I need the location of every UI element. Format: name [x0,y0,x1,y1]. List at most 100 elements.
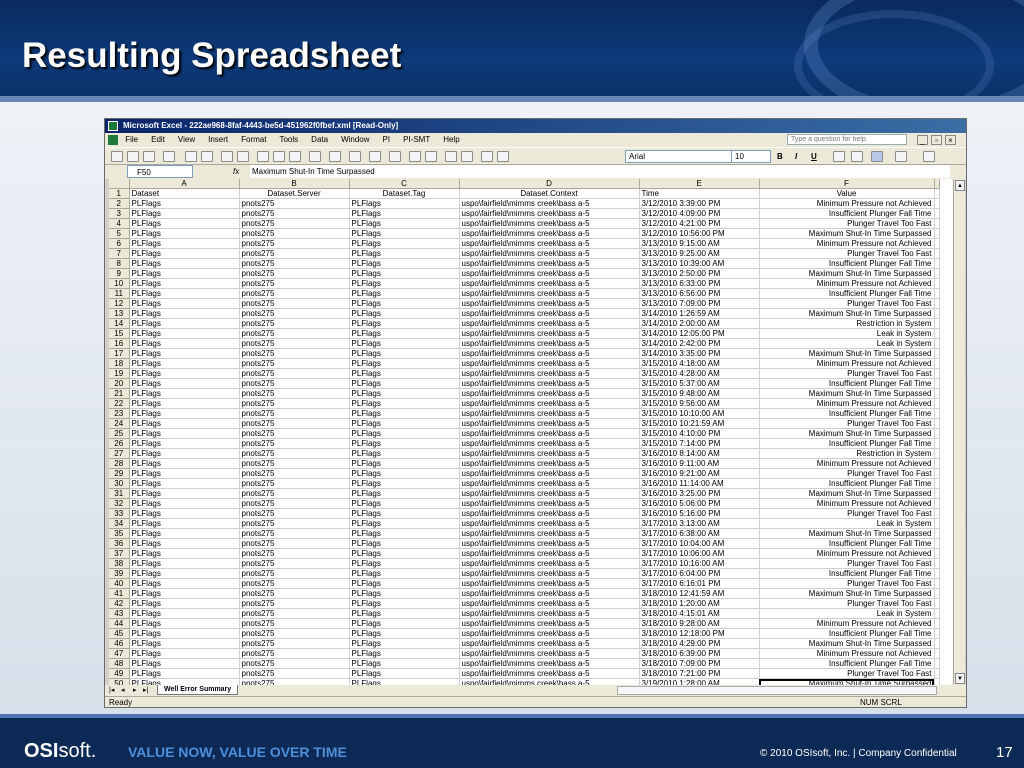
workbook-icon[interactable] [108,135,118,145]
dataset-cell[interactable]: PLFlags [129,388,240,400]
context-cell[interactable]: uspo\fairfield\mimms creek\bass a-5 [459,248,640,260]
menu-pi-smt[interactable]: PI-SMT [403,133,430,147]
time-cell[interactable]: 3/17/2010 6:38:00 AM [639,528,760,540]
time-cell[interactable]: 3/13/2010 6:33:00 PM [639,278,760,290]
server-cell[interactable]: pnots275 [239,498,350,510]
context-cell[interactable]: uspo\fairfield\mimms creek\bass a-5 [459,518,640,530]
empty-cell[interactable] [934,338,940,350]
tag-cell[interactable]: PLFlags [349,428,460,440]
server-cell[interactable]: pnots275 [239,488,350,500]
row-header[interactable]: 23 [109,408,130,420]
server-cell[interactable]: pnots275 [239,508,350,520]
row-header[interactable]: 3 [109,208,130,220]
value-cell[interactable]: Maximum Shut-In Time Surpassed [759,588,935,600]
time-cell[interactable]: 3/12/2010 4:09:00 PM [639,208,760,220]
align-center-icon[interactable] [851,151,863,162]
value-cell[interactable]: Maximum Shut-In Time Surpassed [759,638,935,650]
server-cell[interactable]: pnots275 [239,588,350,600]
tag-cell[interactable]: PLFlags [349,638,460,650]
context-cell[interactable]: uspo\fairfield\mimms creek\bass a-5 [459,628,640,640]
value-cell[interactable]: Minimum Pressure not Achieved [759,198,935,210]
value-cell[interactable]: Minimum Pressure not Achieved [759,458,935,470]
value-cell[interactable]: Minimum Pressure not Achieved [759,648,935,660]
empty-cell[interactable] [934,598,940,610]
tag-cell[interactable]: PLFlags [349,648,460,660]
server-cell[interactable]: pnots275 [239,458,350,470]
time-cell[interactable]: 3/12/2010 4:21:00 PM [639,218,760,230]
empty-cell[interactable] [934,488,940,500]
value-cell[interactable]: Minimum Pressure not Achieved [759,548,935,560]
empty-cell[interactable] [934,478,940,490]
time-cell[interactable]: 3/13/2010 7:09:00 PM [639,298,760,310]
tag-cell[interactable]: PLFlags [349,258,460,270]
dataset-cell[interactable]: PLFlags [129,468,240,480]
value-cell[interactable]: Plunger Travel Too Fast [759,578,935,590]
time-cell[interactable]: 3/18/2010 4:29:00 PM [639,638,760,650]
zoom-icon[interactable] [481,151,493,162]
last-sheet-icon[interactable]: ▸| [143,686,148,696]
value-cell[interactable]: Maximum Shut-In Time Surpassed [759,428,935,440]
value-cell[interactable]: Maximum Shut-In Time Surpassed [759,268,935,280]
server-cell[interactable]: pnots275 [239,228,350,240]
tag-cell[interactable]: PLFlags [349,248,460,260]
empty-cell[interactable] [934,438,940,450]
row-header[interactable]: 34 [109,518,130,530]
value-cell[interactable]: Maximum Shut-In Time Surpassed [759,388,935,400]
time-cell[interactable]: 3/18/2010 1:20:00 AM [639,598,760,610]
server-cell[interactable]: pnots275 [239,468,350,480]
empty-cell[interactable] [934,428,940,440]
server-cell[interactable]: pnots275 [239,568,350,580]
empty-cell[interactable] [934,558,940,570]
server-cell[interactable]: pnots275 [239,638,350,650]
empty-cell[interactable] [934,658,940,670]
value-cell[interactable]: Minimum Pressure not Achieved [759,398,935,410]
dataset-cell[interactable]: PLFlags [129,608,240,620]
empty-cell[interactable] [934,218,940,230]
empty-cell[interactable] [934,468,940,480]
first-sheet-icon[interactable]: |◂ [109,686,114,696]
column-header-c[interactable]: C [349,179,460,190]
dataset-cell[interactable]: PLFlags [129,518,240,530]
server-cell[interactable]: pnots275 [239,268,350,280]
context-cell[interactable]: uspo\fairfield\mimms creek\bass a-5 [459,438,640,450]
header-cell[interactable]: Time [639,188,760,200]
row-header[interactable]: 25 [109,428,130,440]
tag-cell[interactable]: PLFlags [349,618,460,630]
row-header[interactable]: 21 [109,388,130,400]
next-sheet-icon[interactable]: ▸ [133,686,137,696]
scroll-down-icon[interactable]: ▼ [955,673,965,684]
context-cell[interactable]: uspo\fairfield\mimms creek\bass a-5 [459,378,640,390]
dataset-cell[interactable]: PLFlags [129,458,240,470]
dataset-cell[interactable]: PLFlags [129,548,240,560]
tag-cell[interactable]: PLFlags [349,588,460,600]
time-cell[interactable]: 3/12/2010 3:39:00 PM [639,198,760,210]
context-cell[interactable]: uspo\fairfield\mimms creek\bass a-5 [459,408,640,420]
server-cell[interactable]: pnots275 [239,628,350,640]
row-header[interactable]: 42 [109,598,130,610]
value-cell[interactable]: Plunger Travel Too Fast [759,298,935,310]
empty-cell[interactable] [934,608,940,620]
underline-button[interactable]: U [811,150,817,163]
dataset-cell[interactable]: PLFlags [129,568,240,580]
time-cell[interactable]: 3/16/2010 5:16:00 PM [639,508,760,520]
row-header[interactable]: 39 [109,568,130,580]
value-cell[interactable]: Insufficient Plunger Fall Time [759,658,935,670]
value-cell[interactable]: Maximum Shut-In Time Surpassed [759,228,935,240]
row-header[interactable]: 1 [109,188,130,200]
font-size-select[interactable]: 10 [731,150,771,163]
value-cell[interactable]: Plunger Travel Too Fast [759,508,935,520]
time-cell[interactable]: 3/16/2010 9:11:00 AM [639,458,760,470]
context-cell[interactable]: uspo\fairfield\mimms creek\bass a-5 [459,288,640,300]
column-header-e[interactable]: E [639,179,760,190]
server-cell[interactable]: pnots275 [239,338,350,350]
fill-color-icon[interactable] [923,151,935,162]
tag-cell[interactable]: PLFlags [349,228,460,240]
column-header-a[interactable]: A [129,179,240,190]
context-cell[interactable]: uspo\fairfield\mimms creek\bass a-5 [459,538,640,550]
context-cell[interactable]: uspo\fairfield\mimms creek\bass a-5 [459,428,640,440]
hyperlink-icon[interactable] [369,151,381,162]
time-cell[interactable]: 3/18/2010 7:09:00 PM [639,658,760,670]
time-cell[interactable]: 3/17/2010 10:06:00 AM [639,548,760,560]
empty-cell[interactable] [934,578,940,590]
server-cell[interactable]: pnots275 [239,398,350,410]
